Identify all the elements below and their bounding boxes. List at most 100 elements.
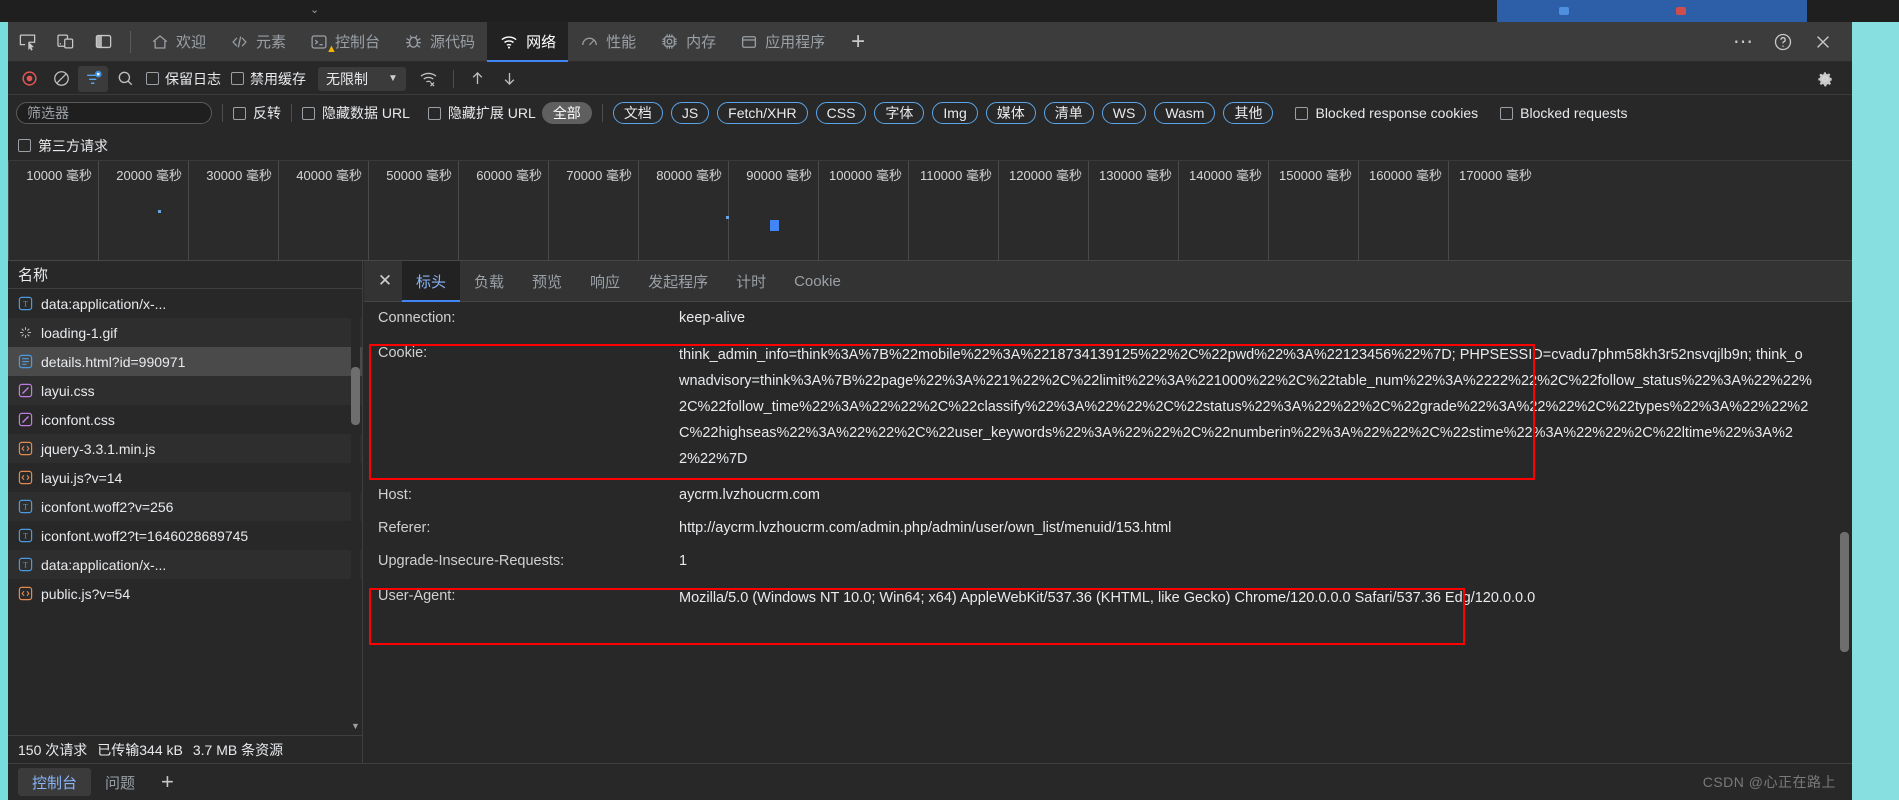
export-har-button[interactable] bbox=[495, 66, 525, 92]
clear-button[interactable] bbox=[46, 66, 76, 92]
chip-js[interactable]: JS bbox=[670, 102, 710, 124]
table-row[interactable]: loading-1.gif bbox=[8, 318, 362, 347]
table-row[interactable]: T iconfont.woff2?t=1646028689745 bbox=[8, 521, 362, 550]
hide-extension-urls-checkbox[interactable]: 隐藏扩展 URL bbox=[427, 103, 536, 123]
request-count: 150 次请求 bbox=[18, 741, 88, 758]
search-button[interactable] bbox=[110, 66, 140, 92]
tab-timing[interactable]: 计时 bbox=[722, 261, 780, 302]
overview-request-dot bbox=[158, 210, 161, 213]
disable-cache-checkbox[interactable]: 禁用缓存 bbox=[227, 69, 310, 89]
table-row[interactable]: iconfont.css bbox=[8, 405, 362, 434]
browser-tab-favicon-a bbox=[1559, 7, 1569, 15]
close-detail-icon[interactable]: ✕ bbox=[368, 261, 402, 302]
tab-network[interactable]: 网络 bbox=[487, 21, 569, 62]
chip-other[interactable]: 其他 bbox=[1223, 102, 1274, 124]
request-name: iconfont.css bbox=[41, 411, 115, 428]
tick-label: 20000 毫秒 bbox=[116, 168, 182, 183]
browser-tabs-left[interactable] bbox=[0, 0, 1497, 22]
record-button[interactable] bbox=[14, 66, 44, 92]
tab-application[interactable]: 应用程序 bbox=[728, 22, 837, 62]
request-list-scrollbar[interactable] bbox=[351, 289, 360, 735]
tab-preview[interactable]: 预览 bbox=[518, 261, 576, 302]
tab-headers[interactable]: 标头 bbox=[402, 260, 461, 302]
tab-performance[interactable]: 性能 bbox=[568, 22, 648, 62]
table-row[interactable]: layui.css bbox=[8, 376, 362, 405]
chip-wasm[interactable]: Wasm bbox=[1154, 102, 1216, 124]
help-icon[interactable] bbox=[1764, 23, 1802, 61]
preserve-log-checkbox[interactable]: 保留日志 bbox=[142, 69, 225, 89]
table-row[interactable]: T data:application/x-... bbox=[8, 550, 362, 579]
third-party-requests-checkbox[interactable]: 第三方请求 bbox=[18, 136, 108, 156]
import-har-button[interactable] bbox=[463, 66, 493, 92]
table-row[interactable]: T iconfont.woff2?v=256 bbox=[8, 492, 362, 521]
table-row[interactable]: T data:application/x-... bbox=[8, 289, 362, 318]
request-name: jquery-3.3.1.min.js bbox=[41, 440, 156, 457]
add-panel-button[interactable]: + bbox=[837, 29, 879, 54]
tab-payload[interactable]: 负载 bbox=[460, 261, 518, 302]
network-conditions-button[interactable] bbox=[414, 66, 444, 92]
drawer-add-tab-button[interactable]: + bbox=[149, 771, 186, 793]
header-value[interactable]: aycrm.lvzhoucrm.com bbox=[679, 484, 1852, 507]
filter-input[interactable] bbox=[16, 102, 212, 124]
chip-manifest[interactable]: 清单 bbox=[1043, 102, 1094, 124]
tick-label: 110000 毫秒 bbox=[919, 168, 992, 183]
chip-doc[interactable]: 文档 bbox=[612, 102, 663, 124]
chip-font[interactable]: 字体 bbox=[874, 102, 925, 124]
hide-data-urls-checkbox[interactable]: 隐藏数据 URL bbox=[302, 103, 410, 123]
request-name: loading-1.gif bbox=[41, 324, 118, 341]
header-value[interactable]: 1 bbox=[679, 550, 1852, 573]
table-row[interactable]: public.js?v=54 bbox=[8, 579, 362, 608]
chip-img[interactable]: Img bbox=[932, 102, 978, 124]
more-options-icon[interactable]: ⋯ bbox=[1724, 23, 1762, 61]
tick-label: 150000 毫秒 bbox=[1279, 168, 1352, 183]
tick-label: 140000 毫秒 bbox=[1189, 168, 1262, 183]
request-list-header[interactable]: 名称 bbox=[8, 261, 362, 289]
throttling-dropdown[interactable]: 无限制 ▼ bbox=[318, 66, 406, 91]
tab-elements[interactable]: 元素 bbox=[218, 22, 298, 62]
browser-active-tab[interactable] bbox=[1497, 0, 1807, 22]
table-row[interactable]: layui.js?v=14 bbox=[8, 463, 362, 492]
drawer-tab-console[interactable]: 控制台 bbox=[18, 768, 92, 796]
scrollbar-thumb[interactable] bbox=[351, 367, 360, 425]
blocked-response-cookies-checkbox[interactable]: Blocked response cookies bbox=[1295, 105, 1478, 121]
dock-side-icon[interactable] bbox=[84, 23, 122, 61]
scrollbar-thumb[interactable] bbox=[1840, 532, 1849, 652]
inspect-element-icon[interactable] bbox=[8, 23, 46, 61]
tab-initiator[interactable]: 发起程序 bbox=[634, 261, 722, 302]
close-icon[interactable] bbox=[1804, 23, 1842, 61]
font-file-icon: T bbox=[18, 296, 33, 311]
network-overview-timeline[interactable]: 10000 毫秒 20000 毫秒 30000 毫秒 40000 毫秒 5000… bbox=[8, 161, 1852, 261]
chip-fetch-xhr[interactable]: Fetch/XHR bbox=[717, 102, 808, 124]
invert-checkbox[interactable]: 反转 bbox=[233, 103, 281, 123]
header-value[interactable]: http://aycrm.lvzhoucrm.com/admin.php/adm… bbox=[679, 517, 1852, 540]
drawer-tab-issues[interactable]: 问题 bbox=[91, 768, 149, 796]
chip-ws[interactable]: WS bbox=[1101, 102, 1147, 124]
table-row[interactable]: jquery-3.3.1.min.js bbox=[8, 434, 362, 463]
chip-css[interactable]: CSS bbox=[815, 102, 867, 124]
header-value[interactable]: Mozilla/5.0 (Windows NT 10.0; Win64; x64… bbox=[679, 585, 1852, 611]
blocked-requests-checkbox[interactable]: Blocked requests bbox=[1500, 105, 1628, 121]
tab-memory[interactable]: 内存 bbox=[648, 22, 728, 62]
tab-console[interactable]: ▲ 控制台 bbox=[298, 22, 392, 62]
chip-media[interactable]: 媒体 bbox=[985, 102, 1036, 124]
chip-all[interactable]: 全部 bbox=[541, 102, 592, 124]
tab-response[interactable]: 响应 bbox=[576, 261, 634, 302]
window-icon bbox=[740, 33, 758, 51]
script-file-icon bbox=[18, 586, 33, 601]
filter-toggle-button[interactable] bbox=[78, 65, 108, 92]
device-toolbar-icon[interactable] bbox=[46, 23, 84, 61]
script-file-icon bbox=[18, 441, 33, 456]
checkbox-box bbox=[233, 106, 246, 120]
table-row[interactable]: details.html?id=990971 bbox=[8, 347, 362, 376]
resources-size: 3.7 MB 条资源 bbox=[192, 741, 284, 758]
settings-gear-button[interactable] bbox=[1810, 66, 1840, 92]
detail-scrollbar[interactable] bbox=[1840, 350, 1849, 763]
tab-cookies[interactable]: Cookie bbox=[780, 261, 855, 302]
chevron-down-icon[interactable]: ⌄ bbox=[310, 3, 319, 16]
browser-tabs-right[interactable] bbox=[1807, 0, 1899, 22]
tab-sources[interactable]: 源代码 bbox=[392, 22, 487, 62]
header-value[interactable]: think_admin_info=think%3A%7B%22mobile%22… bbox=[679, 342, 1852, 472]
header-value[interactable]: keep-alive bbox=[679, 307, 1852, 330]
scroll-down-icon[interactable]: ▼ bbox=[351, 721, 360, 731]
tab-welcome[interactable]: 欢迎 bbox=[139, 22, 218, 62]
